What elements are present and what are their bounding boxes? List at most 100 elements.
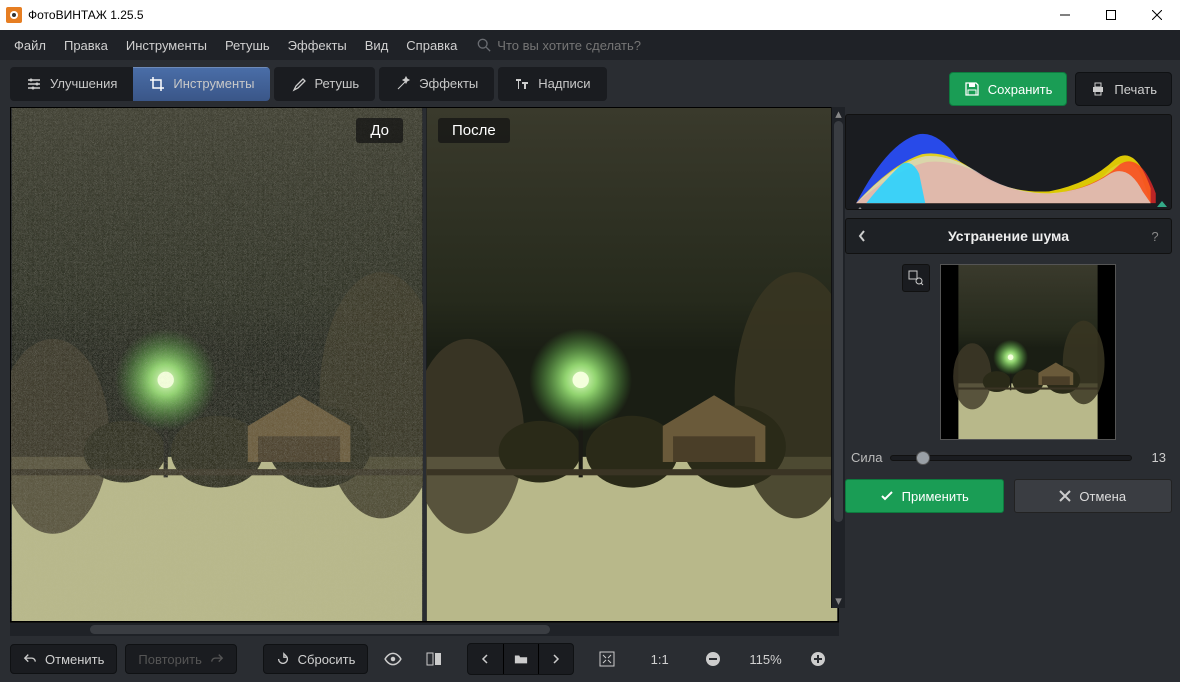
canvas-after: После <box>423 108 838 621</box>
brush-icon <box>290 76 306 92</box>
undo-label: Отменить <box>45 652 104 667</box>
tab-retouch[interactable]: Ретушь <box>274 67 375 101</box>
noise-preview[interactable] <box>940 264 1116 440</box>
canvas-before: До <box>11 108 423 621</box>
chevron-right-icon <box>551 654 561 664</box>
menu-retouch[interactable]: Ретушь <box>217 34 278 57</box>
scroll-thumb-h[interactable] <box>90 625 550 634</box>
apply-label: Применить <box>902 489 969 504</box>
menu-tools[interactable]: Инструменты <box>118 34 215 57</box>
zoom-percent[interactable]: 115% <box>737 652 794 667</box>
scroll-up-icon[interactable]: ▴ <box>832 107 845 121</box>
fit-icon <box>599 651 615 667</box>
minus-icon <box>705 651 721 667</box>
chevron-left-icon <box>857 229 867 243</box>
text-icon <box>514 76 530 92</box>
menu-effects[interactable]: Эффекты <box>280 34 355 57</box>
tab-enhance-label: Улучшения <box>50 76 117 91</box>
scroll-thumb-v[interactable] <box>834 121 843 522</box>
strength-slider[interactable] <box>890 455 1132 461</box>
compare-icon <box>426 651 442 667</box>
tab-effects-label: Эффекты <box>419 76 478 91</box>
tab-enhance[interactable]: Улучшения <box>10 67 133 101</box>
save-icon <box>964 81 980 97</box>
titlebar: ФотоВИНТАЖ 1.25.5 <box>0 0 1180 30</box>
zoom-out-button[interactable] <box>696 644 729 674</box>
save-label: Сохранить <box>988 82 1053 97</box>
apply-button[interactable]: Применить <box>845 479 1004 513</box>
loupe-icon <box>908 270 924 286</box>
compare-button[interactable] <box>418 644 451 674</box>
strength-value: 13 <box>1140 450 1166 465</box>
panel-help-button[interactable]: ? <box>1139 229 1171 244</box>
cancel-label: Отмена <box>1079 489 1126 504</box>
horizontal-scrollbar[interactable] <box>10 622 839 636</box>
menu-file[interactable]: Файл <box>6 34 54 57</box>
preview-zoom-button[interactable] <box>902 264 930 292</box>
before-badge: До <box>356 118 403 143</box>
eye-icon <box>384 650 402 668</box>
minimize-button[interactable] <box>1042 0 1088 30</box>
tab-retouch-label: Ретушь <box>314 76 359 91</box>
undo-button[interactable]: Отменить <box>10 644 117 674</box>
strength-label: Сила <box>851 450 882 465</box>
histogram[interactable] <box>845 114 1172 210</box>
redo-label: Повторить <box>138 652 201 667</box>
maximize-button[interactable] <box>1088 0 1134 30</box>
print-label: Печать <box>1114 82 1157 97</box>
bottom-toolbar: Отменить Повторить Сбросить 1:1 <box>0 636 845 682</box>
search-input[interactable] <box>497 38 697 53</box>
reset-label: Сбросить <box>298 652 356 667</box>
sliders-icon <box>26 76 42 92</box>
zoom-in-button[interactable] <box>802 644 835 674</box>
print-button[interactable]: Печать <box>1075 72 1172 106</box>
redo-icon <box>210 652 224 666</box>
reset-button[interactable]: Сбросить <box>263 644 369 674</box>
redo-button[interactable]: Повторить <box>125 644 236 674</box>
tab-text-label: Надписи <box>538 76 590 91</box>
app-icon <box>6 7 22 23</box>
print-icon <box>1090 81 1106 97</box>
close-icon <box>1059 490 1071 502</box>
scroll-down-icon[interactable]: ▾ <box>832 594 845 608</box>
tab-text[interactable]: Надписи <box>498 67 606 101</box>
slider-thumb[interactable] <box>916 451 930 465</box>
cancel-button[interactable]: Отмена <box>1014 479 1173 513</box>
right-panel: Сохранить Печать Устранение шума ? <box>845 60 1180 682</box>
menu-view[interactable]: Вид <box>357 34 397 57</box>
wand-icon <box>395 76 411 92</box>
canvas[interactable]: До После <box>10 107 839 622</box>
menu-search[interactable] <box>467 38 697 53</box>
crop-icon <box>149 76 165 92</box>
check-icon <box>880 489 894 503</box>
preview-button[interactable] <box>376 644 409 674</box>
window-title: ФотоВИНТАЖ 1.25.5 <box>28 8 144 22</box>
menu-edit[interactable]: Правка <box>56 34 116 57</box>
histogram-marker-right[interactable] <box>1157 201 1167 207</box>
tab-tools[interactable]: Инструменты <box>133 67 270 101</box>
file-nav <box>467 643 574 675</box>
panel-back-button[interactable] <box>846 229 878 243</box>
tab-effects[interactable]: Эффекты <box>379 67 494 101</box>
fit-button[interactable] <box>590 644 623 674</box>
reset-icon <box>276 652 290 666</box>
vertical-scrollbar[interactable]: ▴ ▾ <box>831 107 845 608</box>
main-tabs: Улучшения Инструменты Ретушь Эффекты <box>0 60 845 107</box>
menu-help[interactable]: Справка <box>398 34 465 57</box>
after-badge: После <box>438 118 510 143</box>
close-button[interactable] <box>1134 0 1180 30</box>
search-icon <box>477 38 491 52</box>
folder-icon <box>514 652 528 666</box>
plus-icon <box>810 651 826 667</box>
tab-tools-label: Инструменты <box>173 76 254 91</box>
next-file-button[interactable] <box>538 644 573 674</box>
menubar: Файл Правка Инструменты Ретушь Эффекты В… <box>0 30 1180 60</box>
panel-title: Устранение шума <box>878 228 1139 244</box>
prev-file-button[interactable] <box>468 644 503 674</box>
chevron-left-icon <box>480 654 490 664</box>
undo-icon <box>23 652 37 666</box>
zoom-ratio[interactable]: 1:1 <box>631 652 688 667</box>
panel-header: Устранение шума ? <box>845 218 1172 254</box>
open-folder-button[interactable] <box>503 644 538 674</box>
save-button[interactable]: Сохранить <box>949 72 1068 106</box>
